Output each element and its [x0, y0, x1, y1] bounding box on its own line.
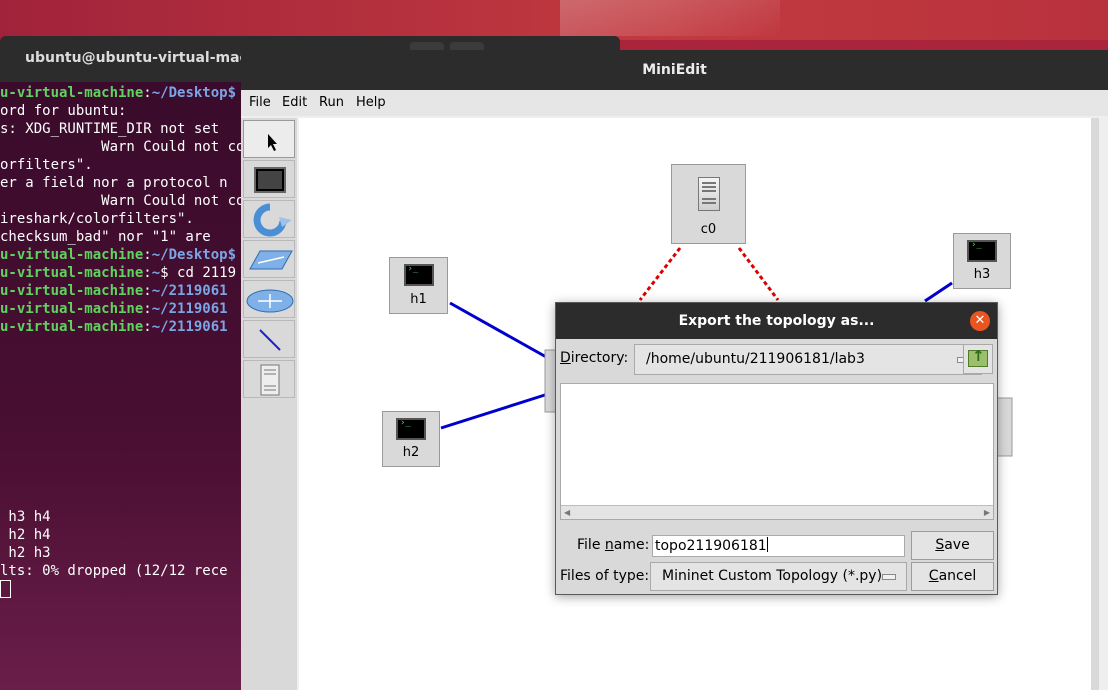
- link-h1-switch[interactable]: [449, 301, 549, 360]
- close-icon[interactable]: ✕: [970, 311, 990, 331]
- filetype-label: Files of type:: [560, 568, 650, 584]
- node-label: h1: [410, 292, 427, 307]
- filetype-combobox[interactable]: Mininet Custom Topology (*.py): [650, 562, 907, 591]
- link-h2-switch[interactable]: [440, 392, 549, 430]
- directory-value: /home/ubuntu/211906181/lab3: [646, 351, 865, 367]
- save-button[interactable]: Save: [911, 531, 994, 560]
- host-icon: [967, 240, 997, 262]
- scroll-right-icon[interactable]: ▶: [984, 508, 990, 517]
- file-list-horizontal-scrollbar[interactable]: ◀ ▶: [561, 505, 993, 519]
- filename-label: File name:: [577, 537, 650, 553]
- controller-node-c0[interactable]: c0: [671, 164, 746, 244]
- node-label: h2: [402, 445, 420, 460]
- chevron-down-icon: [882, 573, 896, 580]
- directory-label: Directory:: [560, 350, 629, 366]
- file-listbox[interactable]: ◀ ▶: [560, 383, 994, 520]
- link-c0-switch-b[interactable]: [737, 247, 780, 301]
- scroll-left-icon[interactable]: ◀: [564, 508, 570, 517]
- link-h3-switch[interactable]: [924, 281, 953, 303]
- controller-icon: [697, 177, 720, 211]
- filename-input[interactable]: topo211906181: [652, 535, 905, 557]
- host-node-h3[interactable]: h3: [953, 233, 1011, 289]
- text-caret: [766, 537, 768, 552]
- dialog-title[interactable]: Export the topology as...: [556, 303, 997, 339]
- parent-directory-button[interactable]: [963, 344, 993, 374]
- host-node-h2[interactable]: h2: [382, 411, 440, 467]
- host-node-h1[interactable]: h1: [389, 257, 448, 314]
- node-label: c0: [700, 222, 717, 237]
- link-c0-switch-a[interactable]: [638, 247, 682, 301]
- export-topology-dialog[interactable]: Export the topology as... ✕ Directory: /…: [555, 302, 998, 595]
- host-icon: [403, 264, 434, 286]
- host-icon: [396, 418, 426, 440]
- folder-up-icon: [968, 347, 988, 367]
- filetype-value: Mininet Custom Topology (*.py): [662, 568, 883, 584]
- directory-combobox[interactable]: /home/ubuntu/211906181/lab3: [634, 344, 982, 375]
- node-label: h3: [973, 267, 991, 282]
- cancel-button[interactable]: Cancel: [911, 562, 994, 591]
